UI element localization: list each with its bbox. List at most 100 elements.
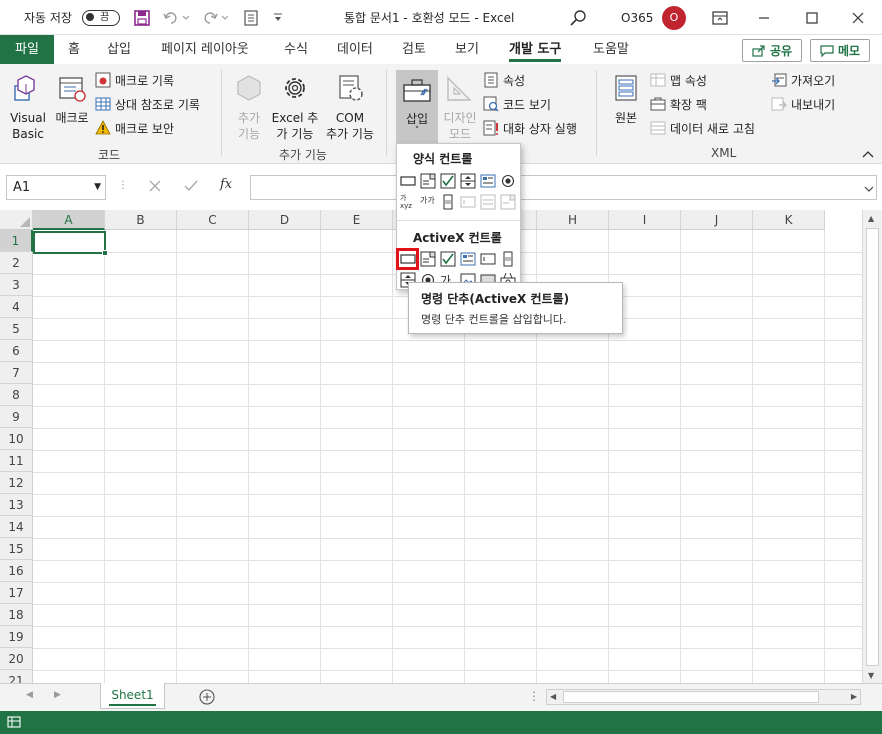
tab-review[interactable]: 검토 — [402, 35, 426, 64]
vertical-scrollbar[interactable]: ▲ ▼ — [862, 210, 882, 683]
com-addins-button[interactable]: COM 추가 기능 — [322, 72, 378, 142]
relative-reference-button[interactable]: 상대 참조로 기록 — [95, 94, 200, 114]
form-checkbox-icon[interactable] — [440, 173, 456, 189]
activex-list-box-icon[interactable] — [460, 251, 476, 267]
refresh-data-button[interactable]: 데이터 새로 고침 — [650, 118, 755, 138]
export-button[interactable]: 내보내기 — [771, 94, 835, 114]
minimize-button[interactable] — [758, 0, 770, 35]
row-header-21[interactable]: 21 — [0, 670, 33, 683]
form-text-field-icon[interactable] — [460, 194, 476, 210]
activex-text-box-icon[interactable] — [480, 251, 496, 267]
tab-file[interactable]: 파일 — [0, 35, 54, 64]
select-all-corner[interactable] — [0, 210, 33, 230]
row-header-1[interactable]: 1 — [0, 230, 33, 252]
row-header-4[interactable]: 4 — [0, 296, 33, 318]
form-combo-dropdown-icon[interactable] — [500, 194, 516, 210]
avatar[interactable]: O — [662, 0, 686, 35]
row-header-15[interactable]: 15 — [0, 538, 33, 560]
insert-function-icon[interactable]: fx — [220, 177, 232, 192]
row-header-8[interactable]: 8 — [0, 384, 33, 406]
activex-combo-box-icon[interactable] — [420, 251, 436, 267]
scroll-down-icon[interactable]: ▼ — [868, 671, 874, 680]
column-header-e[interactable]: E — [321, 210, 393, 230]
row-header-17[interactable]: 17 — [0, 582, 33, 604]
visual-basic-button[interactable]: Visual Basic — [8, 72, 48, 142]
column-header-a[interactable]: A — [33, 210, 105, 230]
column-header-j[interactable]: J — [681, 210, 753, 230]
row-header-19[interactable]: 19 — [0, 626, 33, 648]
expansion-packs-button[interactable]: 확장 팩 — [650, 94, 707, 114]
active-cell-a1[interactable] — [33, 231, 108, 256]
activex-checkbox-icon[interactable] — [440, 251, 456, 267]
column-header-k[interactable]: K — [753, 210, 825, 230]
form-group-box-icon[interactable]: 가 xyz — [400, 194, 416, 210]
tab-data[interactable]: 데이터 — [337, 35, 373, 64]
row-header-16[interactable]: 16 — [0, 560, 33, 582]
map-properties-button[interactable]: 맵 속성 — [650, 70, 707, 90]
expand-formula-icon[interactable] — [864, 182, 874, 196]
row-header-9[interactable]: 9 — [0, 406, 33, 428]
enter-icon[interactable] — [184, 179, 198, 196]
tab-help[interactable]: 도움말 — [593, 35, 629, 64]
maximize-button[interactable] — [806, 0, 818, 35]
next-sheet-icon[interactable]: ▶ — [54, 690, 61, 700]
sheet-tab-sheet1[interactable]: Sheet1 — [100, 683, 165, 709]
row-header-14[interactable]: 14 — [0, 516, 33, 538]
tab-developer[interactable]: 개발 도구 — [509, 35, 562, 64]
row-header-2[interactable]: 2 — [0, 252, 33, 274]
account-name[interactable]: O365 — [621, 0, 653, 35]
more-options-icon[interactable]: ⋮ — [118, 180, 128, 191]
import-button[interactable]: 가져오기 — [771, 70, 835, 90]
row-header-11[interactable]: 11 — [0, 450, 33, 472]
row-header-6[interactable]: 6 — [0, 340, 33, 362]
insert-controls-button[interactable]: 삽입 ˅ — [396, 70, 438, 144]
column-header-i[interactable]: I — [609, 210, 681, 230]
ribbon-display-options-icon[interactable] — [712, 0, 728, 35]
add-sheet-icon[interactable] — [199, 689, 215, 708]
cancel-icon[interactable] — [148, 179, 162, 196]
tab-formulas[interactable]: 수식 — [284, 35, 308, 64]
save-icon[interactable] — [134, 0, 150, 35]
column-header-d[interactable]: D — [249, 210, 321, 230]
activex-scroll-bar-icon[interactable] — [500, 251, 516, 267]
column-header-h[interactable]: H — [537, 210, 609, 230]
column-header-b[interactable]: B — [105, 210, 177, 230]
autosave-toggle[interactable]: 끔 — [82, 0, 120, 35]
tab-view[interactable]: 보기 — [455, 35, 479, 64]
tab-page-layout[interactable]: 페이지 레이아웃 — [161, 35, 249, 64]
share-button[interactable]: 공유 — [742, 39, 802, 62]
view-code-button[interactable]: 코드 보기 — [483, 94, 551, 114]
row-header-10[interactable]: 10 — [0, 428, 33, 450]
horizontal-scrollbar[interactable]: ◀ ▶ — [546, 689, 861, 705]
row-header-20[interactable]: 20 — [0, 648, 33, 670]
comments-button[interactable]: 메모 — [810, 39, 870, 62]
customize-qat-icon[interactable] — [272, 0, 284, 35]
row-header-5[interactable]: 5 — [0, 318, 33, 340]
xml-source-button[interactable]: 원본 — [606, 72, 646, 126]
close-button[interactable] — [852, 0, 864, 35]
row-header-13[interactable]: 13 — [0, 494, 33, 516]
tab-split-handle[interactable]: ⋮ — [528, 689, 540, 703]
scroll-left-icon[interactable]: ◀ — [550, 692, 556, 701]
addins-button[interactable]: 추가 기능 — [230, 72, 268, 142]
undo-icon[interactable] — [163, 0, 189, 35]
scroll-up-icon[interactable]: ▲ — [868, 214, 874, 223]
form-option-button-icon[interactable] — [500, 173, 516, 189]
tab-insert[interactable]: 삽입 — [107, 35, 131, 64]
search-icon[interactable] — [570, 0, 588, 35]
properties-button[interactable]: 속성 — [483, 70, 525, 90]
macro-security-button[interactable]: 매크로 보안 — [95, 118, 174, 138]
row-header-12[interactable]: 12 — [0, 472, 33, 494]
redo-icon[interactable] — [202, 0, 228, 35]
form-combo-list-icon[interactable] — [480, 194, 496, 210]
form-spin-button-icon[interactable] — [460, 173, 476, 189]
column-header-c[interactable]: C — [177, 210, 249, 230]
scroll-right-icon[interactable]: ▶ — [851, 692, 857, 701]
formula-input[interactable] — [250, 175, 877, 200]
chevron-down-icon[interactable]: ▼ — [94, 176, 101, 199]
row-header-18[interactable]: 18 — [0, 604, 33, 626]
form-scroll-bar-icon[interactable] — [440, 194, 456, 210]
row-header-3[interactable]: 3 — [0, 274, 33, 296]
form-combo-box-icon[interactable] — [420, 173, 436, 189]
name-box[interactable]: A1 ▼ — [6, 175, 106, 200]
